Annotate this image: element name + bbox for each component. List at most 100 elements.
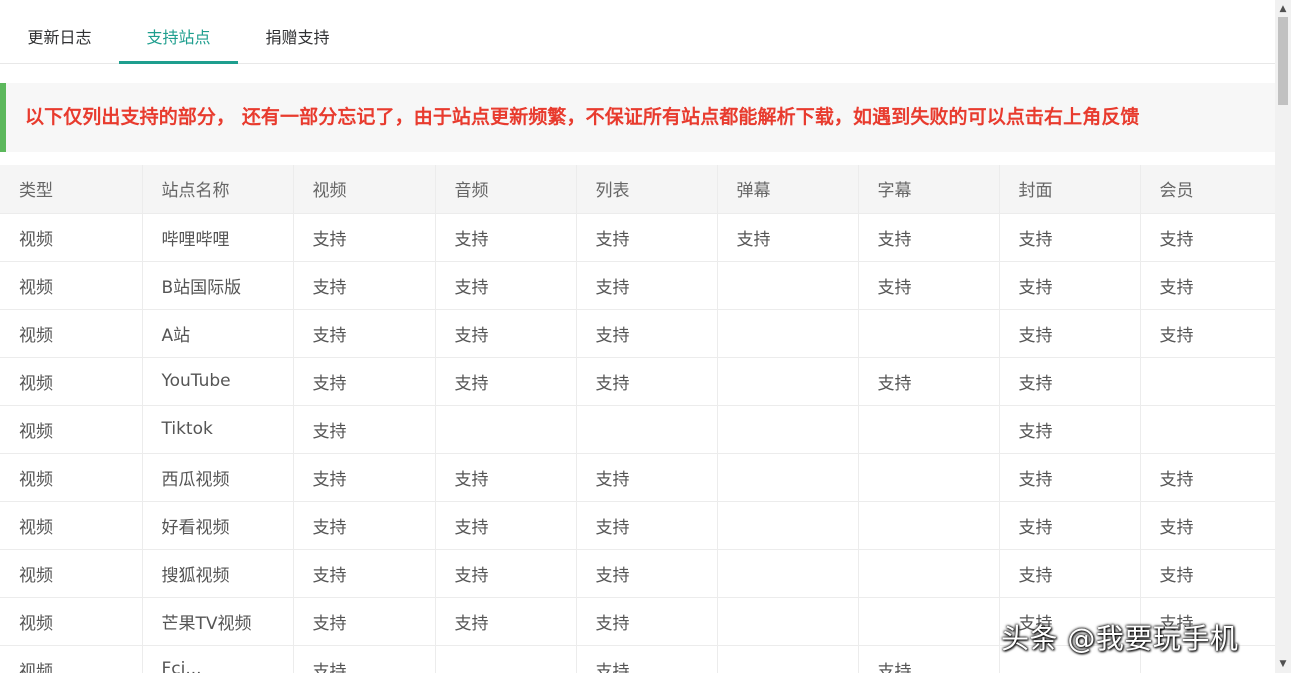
table-cell	[717, 453, 859, 502]
table-row: 视频 好看视频 支持 支持 支持 支持 支持	[0, 501, 1275, 550]
table-cell: 支持	[858, 213, 1000, 262]
table-cell: 支持	[293, 453, 436, 502]
table-cell: 视频	[0, 357, 143, 406]
table-cell	[858, 453, 1000, 502]
table-row: 视频 哔哩哔哩 支持 支持 支持 支持 支持 支持 支持	[0, 213, 1275, 262]
table-cell: 视频	[0, 549, 143, 598]
table-cell: 支持	[999, 357, 1141, 406]
table-row: 视频 Tiktok 支持 支持	[0, 405, 1275, 454]
table-cell: 支持	[858, 261, 1000, 310]
scroll-down-arrow-icon[interactable]: ▼	[1275, 657, 1291, 671]
column-header: 会员	[1140, 165, 1275, 214]
table-cell: 支持	[435, 501, 577, 550]
table-cell: 支持	[435, 309, 577, 358]
table-row: 视频 YouTube 支持 支持 支持 支持 支持	[0, 357, 1275, 406]
table-cell: 支持	[435, 549, 577, 598]
tab-bar: 更新日志 支持站点 捐赠支持	[0, 0, 1275, 64]
table-cell	[717, 597, 859, 646]
table-cell: 视频	[0, 597, 143, 646]
table-cell: 支持	[435, 357, 577, 406]
table-cell: 支持	[576, 357, 718, 406]
column-header: 封面	[999, 165, 1141, 214]
supported-sites-table: 类型 站点名称 视频 音频 列表 弹幕 字幕 封面 会员 视频 哔哩哔哩 支持 支持 支持 支持 支持 支持支…	[0, 165, 1275, 673]
table-cell	[435, 645, 577, 673]
table-cell: 视频	[0, 309, 143, 358]
table-row: 视频 西瓜视频 支持 支持 支持 支持 支持	[0, 453, 1275, 502]
table-cell: 支持	[999, 453, 1141, 502]
table-cell: 支持	[435, 261, 577, 310]
table-cell: 支持	[999, 261, 1141, 310]
main-content: 更新日志 支持站点 捐赠支持 以下仅列出支持的部分， 还有一部分忘记了，由于站点…	[0, 0, 1275, 673]
table-cell	[717, 501, 859, 550]
notice-text: 以下仅列出支持的部分， 还有一部分忘记了，由于站点更新频繁，不保证所有站点都能解…	[25, 106, 1140, 128]
column-header: 类型	[0, 165, 143, 214]
column-header: 弹幕	[717, 165, 859, 214]
table-cell: 支持	[576, 645, 718, 673]
scroll-up-arrow-icon[interactable]: ▲	[1275, 2, 1291, 16]
table-cell	[717, 309, 859, 358]
table-row: 视频 A站 支持 支持 支持 支持 支持	[0, 309, 1275, 358]
table-cell: 支持	[999, 405, 1141, 454]
table-cell: 支持	[999, 309, 1141, 358]
table-cell: 支持	[1140, 309, 1275, 358]
table-cell: 支持	[999, 549, 1141, 598]
scrollbar-thumb[interactable]	[1278, 17, 1288, 105]
table-cell: 支持	[1140, 501, 1275, 550]
tab-supported-sites[interactable]: 支持站点	[119, 0, 238, 64]
table-cell	[858, 597, 1000, 646]
table-cell	[858, 501, 1000, 550]
site-name-cell: A站	[142, 309, 294, 358]
table-cell: 支持	[858, 357, 1000, 406]
table-cell: 支持	[293, 261, 436, 310]
tab-donate[interactable]: 捐赠支持	[238, 0, 357, 64]
column-header: 字幕	[858, 165, 1000, 214]
table-cell: 支持	[435, 597, 577, 646]
table-cell	[717, 549, 859, 598]
table-cell: 支持	[999, 213, 1141, 262]
table-cell: 视频	[0, 261, 143, 310]
table-cell: 支持	[717, 213, 859, 262]
table-cell	[858, 309, 1000, 358]
column-header: 音频	[435, 165, 577, 214]
table-cell: 视频	[0, 405, 143, 454]
table-cell	[858, 549, 1000, 598]
table-cell	[717, 405, 859, 454]
table-cell	[435, 405, 577, 454]
column-header: 列表	[576, 165, 718, 214]
column-header: 视频	[293, 165, 436, 214]
site-name-cell: 芒果TV视频	[142, 597, 294, 646]
table-cell	[1140, 405, 1275, 454]
table-cell	[576, 405, 718, 454]
table-cell: 支持	[293, 645, 436, 673]
table-cell: 支持	[293, 549, 436, 598]
tab-changelog[interactable]: 更新日志	[0, 0, 119, 64]
site-name-cell: 哔哩哔哩	[142, 213, 294, 262]
table-cell: 视频	[0, 453, 143, 502]
site-name-cell: 搜狐视频	[142, 549, 294, 598]
table-cell: 支持	[435, 453, 577, 502]
table-cell: 支持	[293, 309, 436, 358]
table-cell: 支持	[1140, 549, 1275, 598]
table-row: 视频 搜狐视频 支持 支持 支持 支持 支持	[0, 549, 1275, 598]
site-name-cell: 好看视频	[142, 501, 294, 550]
table-cell	[717, 645, 859, 673]
table-cell: 支持	[576, 501, 718, 550]
table-cell: 支持	[576, 597, 718, 646]
table-cell: 支持	[293, 597, 436, 646]
table-header-row: 类型 站点名称 视频 音频 列表 弹幕 字幕 封面 会员	[0, 165, 1275, 214]
site-name-cell: 西瓜视频	[142, 453, 294, 502]
table-cell: 视频	[0, 645, 143, 673]
table-cell: 视频	[0, 213, 143, 262]
watermark: 头条 @我要玩手机	[1001, 622, 1239, 655]
vertical-scrollbar[interactable]: ▲ ▼	[1275, 0, 1291, 673]
table-cell: 支持	[576, 213, 718, 262]
table-cell	[1140, 357, 1275, 406]
table-cell	[858, 405, 1000, 454]
table-cell: 支持	[576, 309, 718, 358]
active-tab-indicator	[119, 61, 238, 64]
site-name-cell: YouTube	[142, 357, 294, 406]
table-cell: 支持	[293, 405, 436, 454]
site-name-cell: B站国际版	[142, 261, 294, 310]
table-cell: 支持	[576, 453, 718, 502]
notice-banner: 以下仅列出支持的部分， 还有一部分忘记了，由于站点更新频繁，不保证所有站点都能解…	[0, 83, 1275, 152]
